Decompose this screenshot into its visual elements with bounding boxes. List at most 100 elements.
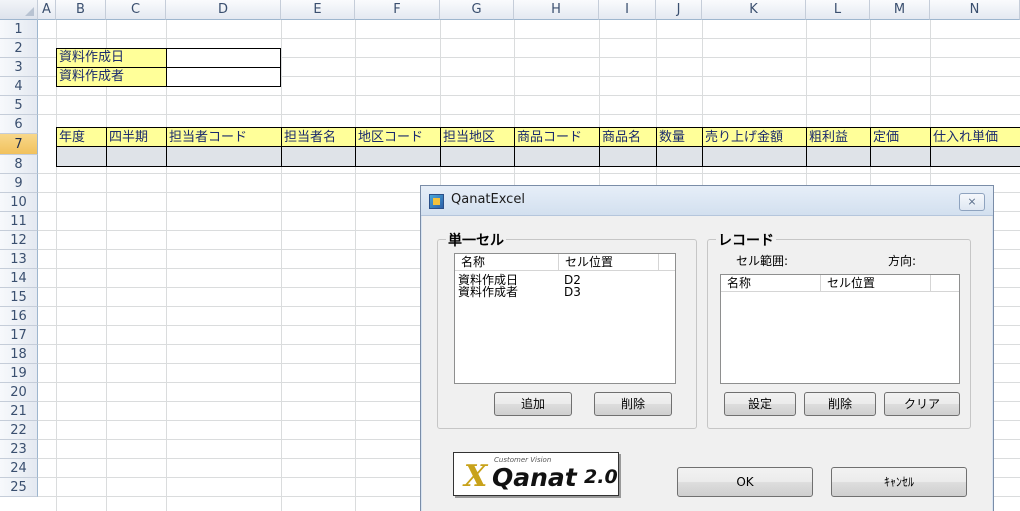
table-cell[interactable]	[56, 147, 106, 166]
record-listview[interactable]: 名称 セル位置	[720, 274, 960, 384]
table-header-cell[interactable]: 担当者コード	[166, 128, 281, 147]
table-cell[interactable]	[106, 147, 166, 166]
table-header-cell[interactable]: 仕入れ単価	[930, 128, 1020, 147]
column-header-l[interactable]: L	[806, 0, 870, 20]
row-header[interactable]: 12	[0, 231, 38, 250]
table-header-cell[interactable]: 担当者名	[281, 128, 355, 147]
logo-version: 2.0	[584, 466, 618, 488]
table-header-cell[interactable]: 四半期	[106, 128, 166, 147]
table-header-cell[interactable]: 定価	[870, 128, 930, 147]
row-header[interactable]: 18	[0, 345, 38, 364]
row-header[interactable]: 15	[0, 288, 38, 307]
record-delete-button[interactable]: 削除	[804, 392, 876, 416]
table-header-row: 年度 四半期 担当者コード 担当者名 地区コード 担当地区 商品コード 商品名 …	[56, 127, 1020, 147]
table-header-cell[interactable]: 地区コード	[355, 128, 440, 147]
table-header-cell[interactable]: 商品名	[599, 128, 656, 147]
record-group: レコード セル範囲: 方向: 名称 セル位置 設定 削除 クリア	[707, 230, 971, 429]
column-header-d[interactable]: D	[166, 0, 281, 20]
column-header-m[interactable]: M	[870, 0, 930, 20]
cancel-button[interactable]: ｷｬﾝｾﾙ	[831, 467, 967, 497]
list-item-pos[interactable]: D3	[564, 286, 581, 298]
table-cell[interactable]	[514, 147, 599, 166]
table-cell[interactable]	[599, 147, 656, 166]
cell-d3[interactable]	[166, 67, 281, 87]
table-cell[interactable]	[355, 147, 440, 166]
add-button[interactable]: 追加	[494, 392, 572, 416]
table-cell[interactable]	[870, 147, 930, 166]
dialog-title: QanatExcel	[451, 192, 525, 207]
column-header-i[interactable]: I	[599, 0, 656, 20]
table-cell[interactable]	[166, 147, 281, 166]
table-header-cell[interactable]: 売り上げ金額	[702, 128, 806, 147]
logo-mark: X	[464, 459, 488, 494]
column-header-n[interactable]: N	[930, 0, 1020, 20]
row-header[interactable]: 23	[0, 440, 38, 459]
set-button[interactable]: 設定	[724, 392, 796, 416]
table-header-cell[interactable]: 商品コード	[514, 128, 599, 147]
row-header-selected[interactable]: 7	[0, 134, 38, 155]
column-header-k[interactable]: K	[702, 0, 806, 20]
close-button[interactable]: ⨯	[959, 193, 985, 211]
column-header-f[interactable]: F	[355, 0, 440, 20]
single-cell-group: 単一セル 名称 セル位置 資料作成日 D2 資料作成者 D3 追加 削除	[437, 230, 697, 429]
column-header-b[interactable]: B	[56, 0, 106, 20]
table-cell[interactable]	[930, 147, 1020, 166]
column-header-e[interactable]: E	[281, 0, 355, 20]
single-cell-group-title: 単一セル	[446, 230, 506, 250]
listview-header: 名称 セル位置	[721, 275, 959, 292]
row-header[interactable]: 25	[0, 478, 38, 497]
column-header-c[interactable]: C	[106, 0, 166, 20]
clear-button[interactable]: クリア	[884, 392, 960, 416]
row-header[interactable]: 17	[0, 326, 38, 345]
row-header[interactable]: 21	[0, 402, 38, 421]
row-header[interactable]: 16	[0, 307, 38, 326]
column-name[interactable]: 名称	[721, 275, 821, 292]
row-header[interactable]: 22	[0, 421, 38, 440]
table-header-cell[interactable]: 数量	[656, 128, 702, 147]
delete-button[interactable]: 削除	[594, 392, 672, 416]
cell-b3[interactable]: 資料作成者	[56, 67, 167, 87]
row-header[interactable]: 6	[0, 115, 38, 134]
row-header[interactable]: 1	[0, 20, 38, 39]
table-header-cell[interactable]: 年度	[56, 128, 106, 147]
row-header[interactable]: 9	[0, 174, 38, 193]
table-cell[interactable]	[440, 147, 514, 166]
column-cell-position[interactable]: セル位置	[821, 275, 931, 292]
gridline	[281, 20, 282, 511]
column-header-j[interactable]: J	[656, 0, 702, 20]
row-header[interactable]: 5	[0, 96, 38, 115]
app-icon	[429, 194, 444, 209]
table-header-cell[interactable]: 粗利益	[806, 128, 870, 147]
row-header[interactable]: 10	[0, 193, 38, 212]
column-header-a[interactable]: A	[38, 0, 56, 20]
row-header[interactable]: 11	[0, 212, 38, 231]
column-header-g[interactable]: G	[440, 0, 514, 20]
row-header[interactable]: 8	[0, 155, 38, 174]
row-header[interactable]: 2	[0, 39, 38, 58]
row-header[interactable]: 24	[0, 459, 38, 478]
cell-b2[interactable]: 資料作成日	[56, 48, 167, 68]
row-header[interactable]: 20	[0, 383, 38, 402]
table-row[interactable]	[56, 147, 1020, 167]
row-header[interactable]: 19	[0, 364, 38, 383]
list-item-name[interactable]: 資料作成者	[458, 286, 518, 298]
row-header[interactable]: 3	[0, 58, 38, 77]
ok-button[interactable]: OK	[677, 467, 813, 497]
column-header-h[interactable]: H	[514, 0, 599, 20]
table-cell[interactable]	[281, 147, 355, 166]
row-header[interactable]: 13	[0, 250, 38, 269]
cell-d2[interactable]	[166, 48, 281, 68]
table-header-cell[interactable]: 担当地区	[440, 128, 514, 147]
single-cell-listview[interactable]: 名称 セル位置 資料作成日 D2 資料作成者 D3	[454, 253, 676, 384]
row-header[interactable]: 14	[0, 269, 38, 288]
select-all-corner[interactable]	[0, 0, 38, 20]
gridline	[38, 114, 1020, 115]
dialog-titlebar[interactable]: QanatExcel ⨯	[421, 186, 993, 216]
table-cell[interactable]	[702, 147, 806, 166]
column-name[interactable]: 名称	[455, 254, 559, 271]
table-cell[interactable]	[806, 147, 870, 166]
qanat-excel-dialog: QanatExcel ⨯ 単一セル 名称 セル位置 資料作成日 D2 資料作成者…	[420, 185, 994, 511]
table-cell[interactable]	[656, 147, 702, 166]
row-header[interactable]: 4	[0, 77, 38, 96]
column-cell-position[interactable]: セル位置	[559, 254, 659, 271]
